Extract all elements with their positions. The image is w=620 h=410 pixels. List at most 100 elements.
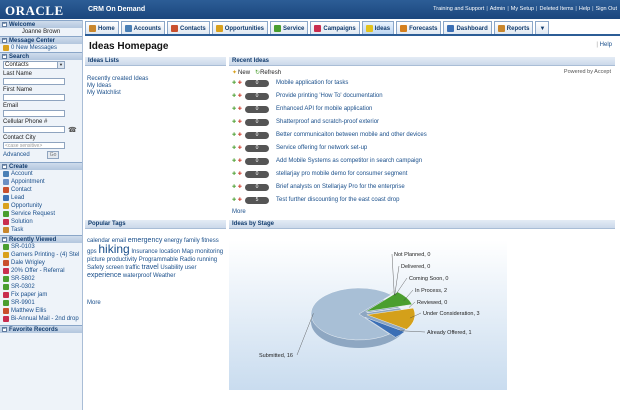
search-field-input[interactable]: <case sensitive>	[3, 142, 65, 149]
tag-link[interactable]: Programmable	[139, 257, 178, 263]
tag-link[interactable]: Weather	[153, 273, 176, 279]
message-center-header[interactable]: − Message Center	[0, 36, 82, 44]
recently-viewed-item[interactable]: SR-0103	[0, 243, 82, 251]
recently-viewed-item[interactable]: Fix paper jam	[0, 291, 82, 299]
tag-link[interactable]: running	[197, 257, 217, 263]
advanced-search-link[interactable]: Advanced	[3, 152, 30, 158]
vote-up-icon[interactable]: ✚	[232, 184, 236, 190]
search-type-select[interactable]: Contacts ▼	[3, 61, 65, 69]
collapse-icon[interactable]: −	[2, 164, 7, 169]
vote-down-icon[interactable]: ✚	[238, 132, 242, 138]
vote-down-icon[interactable]: ✚	[238, 119, 242, 125]
vote-down-icon[interactable]: ✚	[238, 197, 242, 203]
global-link-admin[interactable]: Admin	[490, 6, 506, 12]
tag-link[interactable]: Safety	[87, 265, 104, 271]
tag-link[interactable]: user	[185, 265, 197, 271]
recently-viewed-item[interactable]: Garners Printing - (4) Stel	[0, 251, 82, 259]
tag-link[interactable]: traffic	[125, 265, 140, 271]
idea-title-link[interactable]: Add Mobile Systems as competitor in sear…	[276, 158, 422, 164]
recently-viewed-item[interactable]: Matthew Ellis	[0, 307, 82, 315]
create-item[interactable]: Account	[0, 170, 82, 178]
tab-reports[interactable]: Reports	[493, 21, 534, 35]
tag-link[interactable]: fitness	[201, 238, 218, 244]
idea-title-link[interactable]: Brief analysts on Stellarjay Pro for the…	[276, 184, 405, 190]
recent-ideas-more-link[interactable]: More	[232, 209, 246, 215]
idea-title-link[interactable]: Enhanced API for mobile application	[276, 106, 372, 112]
phone-icon[interactable]: ☎	[68, 126, 77, 134]
vote-down-icon[interactable]: ✚	[238, 158, 242, 164]
search-field-input[interactable]	[3, 110, 65, 117]
recently-viewed-item[interactable]: Dale Wrigley	[0, 259, 82, 267]
vote-up-icon[interactable]: ✚	[232, 106, 236, 112]
vote-down-icon[interactable]: ✚	[238, 80, 242, 86]
tag-link[interactable]: Map	[182, 249, 194, 255]
vote-down-icon[interactable]: ✚	[238, 93, 242, 99]
tag-link[interactable]: Usability	[160, 265, 183, 271]
tab-dashboard[interactable]: Dashboard	[443, 21, 492, 35]
recently-viewed-item[interactable]: SR-0302	[0, 283, 82, 291]
tag-link[interactable]: emergency	[128, 237, 163, 244]
tab-service[interactable]: Service	[270, 21, 309, 35]
idea-title-link[interactable]: Test further discounting for the east co…	[276, 197, 399, 203]
search-header[interactable]: − Search	[0, 52, 82, 60]
tab-contacts[interactable]: Contacts	[167, 21, 210, 35]
tag-link[interactable]: productivity	[107, 257, 137, 263]
idea-title-link[interactable]: Mobile application for tasks	[276, 80, 348, 86]
vote-up-icon[interactable]: ✚	[232, 80, 236, 86]
vote-down-icon[interactable]: ✚	[238, 106, 242, 112]
tag-link[interactable]: waterproof	[123, 273, 151, 279]
new-idea-button[interactable]: New	[238, 70, 250, 76]
global-link-help[interactable]: Help	[579, 6, 590, 12]
tab-forecasts[interactable]: Forecasts	[396, 21, 442, 35]
collapse-icon[interactable]: −	[2, 54, 7, 59]
tab-ideas[interactable]: Ideas	[361, 21, 395, 35]
recently-viewed-item[interactable]: Bi-Annual Mail - 2nd drop	[0, 315, 82, 323]
tag-link[interactable]: monitoring	[195, 249, 223, 255]
tag-link[interactable]: location	[159, 249, 180, 255]
create-item[interactable]: Appointment	[0, 178, 82, 186]
vote-up-icon[interactable]: ✚	[232, 171, 236, 177]
idea-title-link[interactable]: stellarjay pro mobile demo for consumer …	[276, 171, 407, 177]
welcome-header[interactable]: − Welcome	[0, 20, 82, 28]
create-item[interactable]: Lead	[0, 194, 82, 202]
ideas-list-link[interactable]: My Watchlist	[85, 90, 226, 97]
new-messages-link[interactable]: 0 New Messages	[0, 44, 82, 52]
ideas-list-link[interactable]: My Ideas	[85, 83, 226, 90]
idea-title-link[interactable]: Provide printing 'How To' documentation	[276, 93, 383, 99]
recently-viewed-item[interactable]: SR-9901	[0, 299, 82, 307]
global-link-my-setup[interactable]: My Setup	[511, 6, 534, 12]
create-item[interactable]: Task	[0, 226, 82, 234]
tag-link[interactable]: Radio	[180, 257, 196, 263]
ideas-list-link[interactable]: Recently created Ideas	[85, 76, 226, 83]
vote-up-icon[interactable]: ✚	[232, 197, 236, 203]
collapse-icon[interactable]: −	[2, 22, 7, 27]
idea-title-link[interactable]: Better communicaiton between mobile and …	[276, 132, 427, 138]
vote-down-icon[interactable]: ✚	[238, 171, 242, 177]
idea-title-link[interactable]: Service offering for network set-up	[276, 145, 367, 151]
search-field-input[interactable]	[3, 94, 65, 101]
create-item[interactable]: Solution	[0, 218, 82, 226]
tab-home[interactable]: Home	[85, 21, 119, 35]
search-field-input[interactable]	[3, 78, 65, 85]
tab-accounts[interactable]: Accounts	[120, 21, 166, 35]
collapse-icon[interactable]: −	[2, 38, 7, 43]
create-item[interactable]: Contact	[0, 186, 82, 194]
recently-viewed-header[interactable]: − Recently Viewed	[0, 235, 82, 243]
favorite-records-header[interactable]: − Favorite Records	[0, 325, 82, 333]
collapse-icon[interactable]: −	[2, 327, 7, 332]
tab-opportunities[interactable]: Opportunities	[211, 21, 269, 35]
vote-up-icon[interactable]: ✚	[232, 145, 236, 151]
tab-campaigns[interactable]: Campaigns	[310, 21, 360, 35]
global-link-sign-out[interactable]: Sign Out	[596, 6, 617, 12]
tag-link[interactable]: screen	[106, 265, 124, 271]
global-link-deleted-items[interactable]: Deleted Items	[539, 6, 573, 12]
refresh-button[interactable]: Refresh	[260, 70, 281, 76]
tag-link[interactable]: gps	[87, 249, 97, 255]
tag-link[interactable]: Insurance	[131, 249, 157, 255]
vote-up-icon[interactable]: ✚	[232, 93, 236, 99]
tag-link[interactable]: family	[184, 238, 200, 244]
vote-down-icon[interactable]: ✚	[238, 184, 242, 190]
more-tabs-chevron-icon[interactable]: ▼	[535, 21, 550, 35]
tag-link[interactable]: energy	[164, 238, 182, 244]
tag-link[interactable]: experience	[87, 272, 121, 279]
